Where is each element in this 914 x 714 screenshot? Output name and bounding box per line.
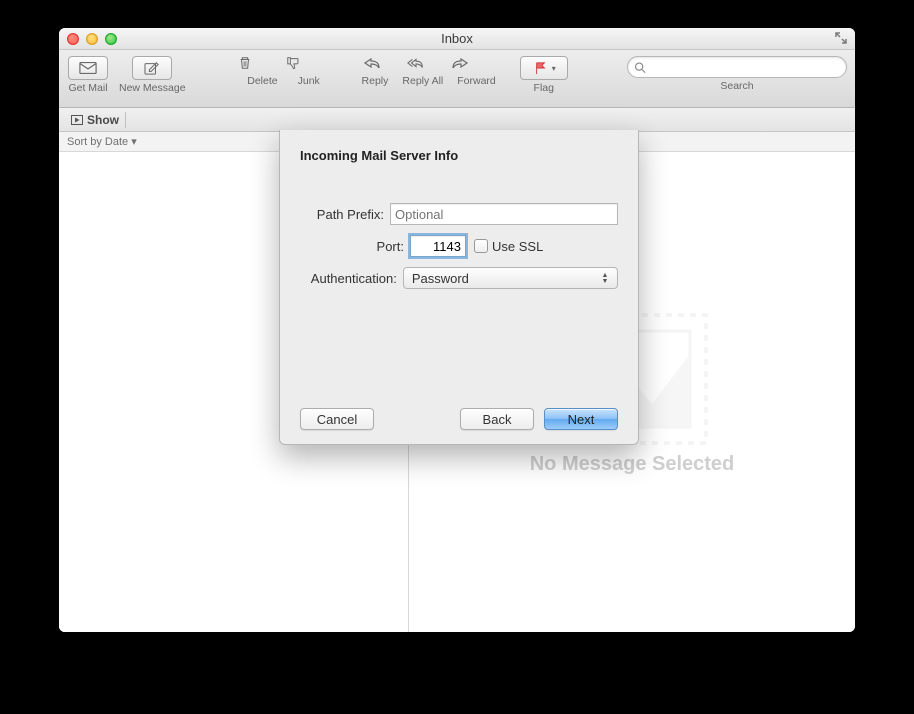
use-ssl-label: Use SSL bbox=[492, 239, 543, 254]
play-icon bbox=[71, 115, 83, 125]
server-info-sheet: Incoming Mail Server Info Path Prefix: P… bbox=[279, 130, 639, 445]
search-field[interactable] bbox=[627, 56, 847, 78]
flag-button[interactable]: ▾ Flag bbox=[520, 56, 568, 94]
traffic-lights bbox=[59, 33, 117, 45]
titlebar: Inbox bbox=[59, 28, 855, 50]
chevron-updown-icon: ▲▼ bbox=[599, 273, 611, 284]
reply-all-icon bbox=[407, 56, 425, 70]
forward-button[interactable] bbox=[451, 56, 495, 73]
reply-all-button[interactable] bbox=[407, 56, 451, 73]
back-button[interactable]: Back bbox=[460, 408, 534, 430]
search-input[interactable] bbox=[650, 60, 840, 74]
delete-button[interactable] bbox=[236, 56, 284, 73]
reply-group bbox=[363, 56, 495, 73]
forward-icon bbox=[451, 56, 469, 70]
junk-button[interactable] bbox=[284, 56, 332, 73]
use-ssl-checkbox-wrap[interactable]: Use SSL bbox=[474, 239, 543, 254]
fullscreen-icon[interactable] bbox=[835, 32, 847, 44]
compose-icon bbox=[143, 61, 161, 75]
search-wrap: Search bbox=[627, 56, 847, 92]
no-message-text: No Message Selected bbox=[530, 453, 735, 476]
thumbs-down-icon bbox=[284, 56, 302, 70]
cancel-button[interactable]: Cancel bbox=[300, 408, 374, 430]
reply-button[interactable] bbox=[363, 56, 407, 73]
new-message-button[interactable]: New Message bbox=[119, 56, 186, 94]
authentication-label: Authentication: bbox=[300, 271, 403, 286]
reply-icon bbox=[363, 56, 381, 70]
show-button[interactable]: Show bbox=[65, 112, 126, 128]
trash-icon bbox=[236, 56, 254, 70]
sheet-title: Incoming Mail Server Info bbox=[300, 148, 618, 163]
port-input[interactable] bbox=[410, 235, 466, 257]
sheet-buttons: Cancel Back Next bbox=[300, 408, 618, 430]
window-title: Inbox bbox=[59, 31, 855, 46]
mail-window: Inbox Get Mail New Message bbox=[59, 28, 855, 632]
get-mail-button[interactable]: Get Mail bbox=[67, 56, 109, 94]
filter-bar: Show bbox=[59, 108, 855, 132]
close-icon[interactable] bbox=[67, 33, 79, 45]
delete-junk-group bbox=[236, 56, 332, 73]
path-prefix-label: Path Prefix: bbox=[300, 207, 390, 222]
port-label: Port: bbox=[300, 239, 410, 254]
sort-label: Sort by Date ▾ bbox=[67, 135, 137, 148]
next-button[interactable]: Next bbox=[544, 408, 618, 430]
flag-icon bbox=[532, 61, 550, 75]
authentication-value: Password bbox=[412, 271, 469, 286]
envelope-icon bbox=[79, 61, 97, 75]
path-prefix-input[interactable] bbox=[390, 203, 618, 225]
authentication-select[interactable]: Password ▲▼ bbox=[403, 267, 618, 289]
toolbar: Get Mail New Message Delete Junk bbox=[59, 50, 855, 108]
use-ssl-checkbox[interactable] bbox=[474, 239, 488, 253]
zoom-icon[interactable] bbox=[105, 33, 117, 45]
minimize-icon[interactable] bbox=[86, 33, 98, 45]
search-icon bbox=[634, 61, 646, 74]
